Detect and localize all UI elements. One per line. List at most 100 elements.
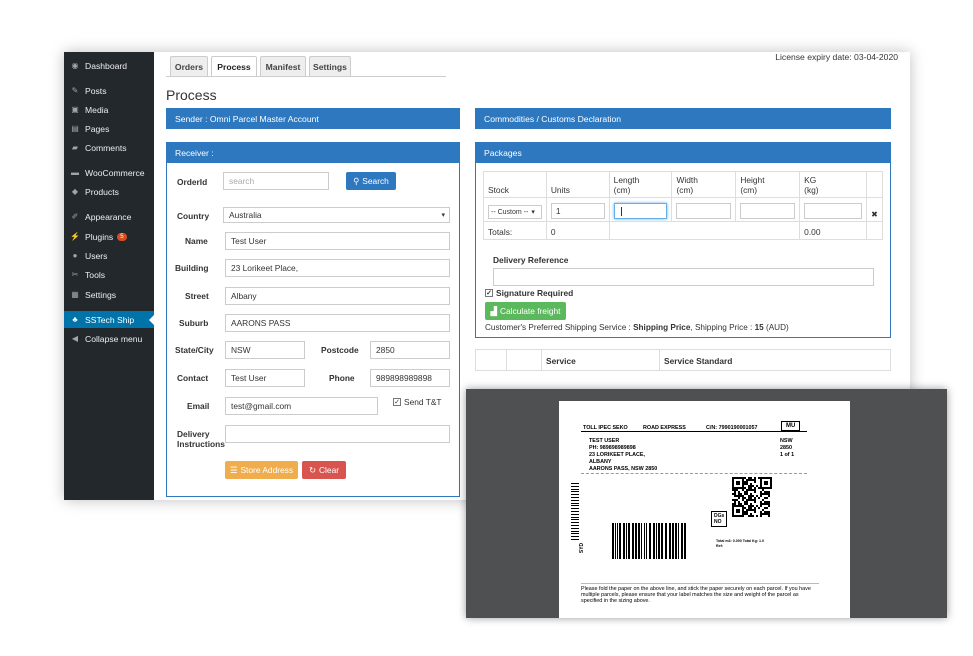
sender-heading: Sender : Omni Parcel Master Account — [167, 109, 459, 129]
label-address-3: AARONS PASS, NSW 2850 — [589, 466, 658, 472]
sidebar-item-label: Products — [85, 186, 119, 197]
tab-settings[interactable]: Settings — [309, 56, 351, 76]
sidebar-item-tools[interactable]: ✂ Tools — [64, 266, 154, 283]
service-col-divider — [659, 350, 660, 370]
units-input[interactable]: 1 — [550, 203, 605, 219]
kg-input[interactable] — [804, 203, 863, 219]
barcode-bar — [571, 491, 579, 493]
email-label: Email — [187, 401, 210, 411]
sidebar-item-sstech-ship[interactable]: ♣ SSTech Ship — [64, 311, 154, 328]
width-input[interactable] — [676, 203, 732, 219]
barcode-bar — [626, 523, 627, 559]
sidebar-item-label: Plugins — [85, 231, 114, 242]
barcode-bar — [660, 523, 663, 559]
barcode-bar — [571, 502, 579, 504]
stock-cell: -- Custom -- ▾ — [483, 197, 547, 222]
pref-currency: (AUD) — [763, 323, 789, 332]
table-row: -- Custom -- ▾ 1 ✖ — [483, 197, 883, 222]
tab-manifest[interactable]: Manifest — [260, 56, 306, 76]
country-select[interactable]: Australia ▾ — [223, 207, 450, 223]
sender-panel[interactable]: Sender : Omni Parcel Master Account — [166, 108, 460, 129]
barcode-bar — [571, 488, 579, 490]
sidebar-item-posts[interactable]: ✎ Posts — [64, 82, 154, 99]
search-icon: ⚲ — [353, 176, 360, 186]
main-barcode — [612, 523, 688, 567]
send-tt-checkbox[interactable]: ✓ Send T&T — [393, 397, 442, 407]
length-input[interactable] — [613, 203, 668, 219]
store-address-button[interactable]: ☰ Store Address — [225, 461, 298, 479]
search-button[interactable]: ⚲ Search — [346, 172, 396, 190]
stock-select[interactable]: -- Custom -- ▾ — [488, 205, 542, 219]
qr-module — [742, 515, 744, 517]
woocommerce-icon: ▬ — [71, 167, 79, 177]
orderid-search-input[interactable]: search — [223, 172, 329, 190]
contact-label: Contact — [177, 373, 209, 383]
delivery-reference-input[interactable] — [493, 268, 874, 286]
phone-input[interactable]: 989898989898 — [370, 369, 450, 387]
label-divider — [581, 473, 807, 474]
barcode-bar — [571, 485, 579, 487]
header-height: Height (cm) — [735, 171, 801, 198]
sidebar-item-plugins[interactable]: ⚡ Plugins 5 — [64, 228, 154, 245]
contact-input[interactable]: Test User — [225, 369, 305, 387]
state-input[interactable]: NSW — [225, 341, 305, 359]
plugins-update-badge: 5 — [117, 232, 127, 241]
name-input[interactable]: Test User — [225, 232, 450, 250]
sidebar-item-label: Posts — [85, 85, 107, 96]
tab-process[interactable]: Process — [211, 56, 257, 76]
barcode-bar — [571, 513, 579, 515]
sidebar-item-users[interactable]: ● Users — [64, 247, 154, 264]
label-preview-overlay: TOLL IPEC SEKO ROAD EXPRESS C/N: 7990190… — [466, 389, 947, 618]
delivery-instructions-input[interactable] — [225, 425, 450, 443]
sidebar-item-appearance[interactable]: ✐ Appearance — [64, 208, 154, 225]
label-recipient-name: TEST USER — [589, 438, 620, 444]
tab-orders[interactable]: Orders — [170, 56, 208, 76]
suburb-input[interactable]: AARONS PASS — [225, 314, 450, 332]
qr-module — [758, 507, 760, 509]
sidebar-item-label: Comments — [85, 142, 127, 153]
qr-module — [768, 505, 770, 507]
qr-module — [758, 497, 760, 499]
label-top-rule — [581, 431, 807, 432]
pages-icon: ▤ — [71, 123, 79, 133]
country-label: Country — [177, 211, 210, 221]
totals-end — [866, 221, 883, 240]
appearance-icon: ✐ — [71, 211, 79, 221]
sidebar-item-settings[interactable]: ▦ Settings — [64, 286, 154, 303]
sidebar-item-label: WooCommerce — [85, 167, 145, 178]
header-length: Length (cm) — [608, 171, 673, 198]
sidebar-item-comments[interactable]: ▰ Comments — [64, 139, 154, 156]
chevron-down-icon: ▾ — [441, 212, 445, 219]
barcode-bar — [653, 523, 655, 559]
width-cell — [671, 197, 737, 222]
calculate-freight-button[interactable]: ▟ Calculate freight — [485, 302, 566, 320]
remove-row-icon[interactable]: ✖ — [866, 197, 883, 222]
service-col-divider — [506, 350, 507, 370]
sidebar-item-pages[interactable]: ▤ Pages — [64, 120, 154, 137]
sidebar-item-media[interactable]: ▣ Media — [64, 101, 154, 118]
commodities-panel[interactable]: Commodities / Customs Declaration — [475, 108, 891, 129]
sidebar-item-collapse-menu[interactable]: ◀ Collapse menu — [64, 330, 154, 347]
height-input[interactable] — [740, 203, 796, 219]
street-input[interactable]: Albany — [225, 287, 450, 305]
calculate-freight-label: Calculate freight — [499, 306, 561, 316]
postcode-input[interactable]: 2850 — [370, 341, 450, 359]
sidebar-item-products[interactable]: ◆ Products — [64, 183, 154, 200]
pref-prefix: Customer's Preferred Shipping Service : — [485, 323, 634, 332]
barcode-bar — [571, 494, 579, 495]
license-expiry: License expiry date: 03-04-2020 — [775, 52, 898, 62]
signature-required-checkbox[interactable]: ✓ Signature Required — [485, 288, 573, 298]
email-input[interactable]: test@gmail.com — [225, 397, 378, 415]
orderid-label: OrderId — [177, 177, 208, 187]
barcode-bar — [571, 516, 579, 518]
sidebar-item-woocommerce[interactable]: ▬ WooCommerce — [64, 164, 154, 181]
building-input[interactable]: 23 Lorikeet Place, — [225, 259, 450, 277]
sidebar-item-dashboard[interactable]: ◉ Dashboard — [64, 57, 154, 74]
sidebar-item-label: Pages — [85, 123, 110, 134]
fold-line — [581, 583, 819, 584]
vertical-barcode — [571, 483, 579, 540]
barcode-bar — [656, 523, 657, 559]
barcode-bar — [571, 522, 579, 523]
clear-button[interactable]: ↻ Clear — [302, 461, 346, 479]
calculator-icon: ▟ — [490, 306, 497, 316]
